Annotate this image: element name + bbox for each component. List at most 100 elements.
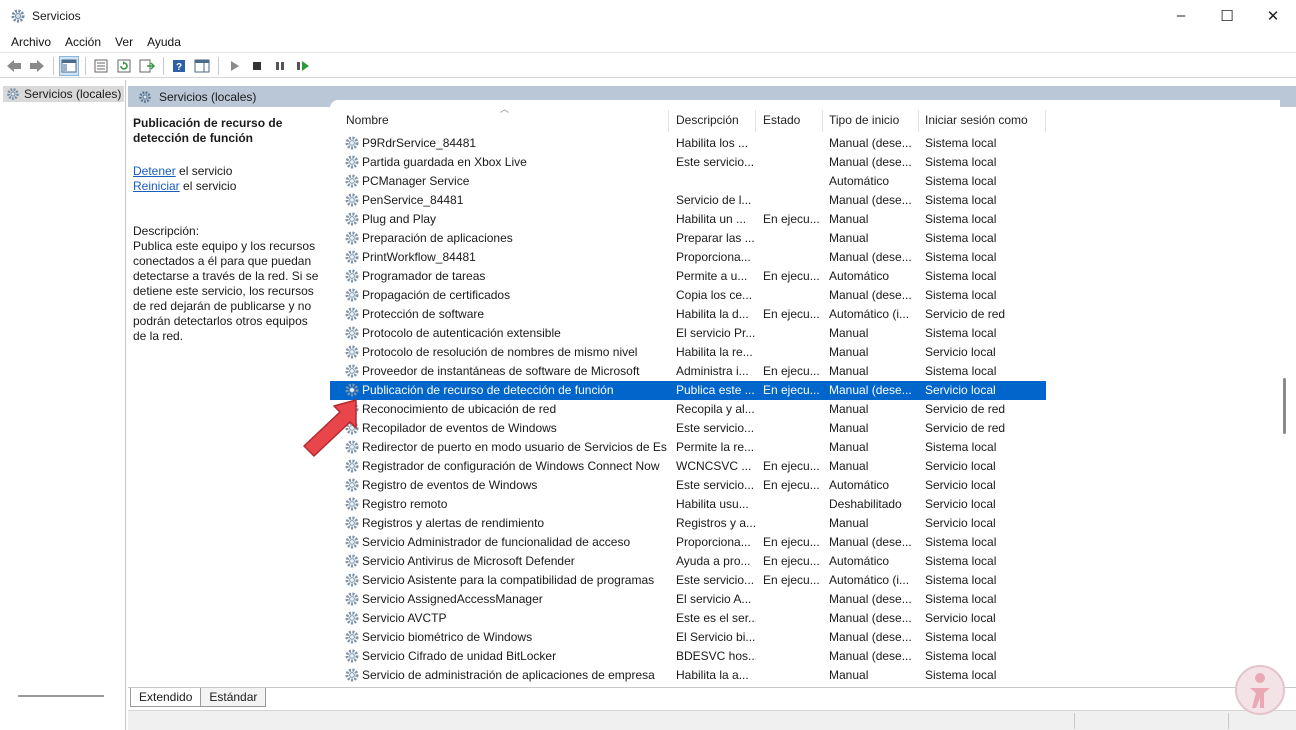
cell-nombre: Reconocimiento de ubicación de red: [362, 402, 557, 416]
cell-descripcion: Recopila y al...: [676, 402, 755, 416]
table-row[interactable]: Registro remoto Habilita usu... Deshabilit…: [330, 495, 1046, 514]
table-row[interactable]: Reconocimiento de ubicación de red Recopi…: [330, 400, 1046, 419]
service-gear-icon: [345, 250, 359, 264]
table-row[interactable]: PCManager Service Automático Sistema local: [330, 172, 1046, 191]
status-divider: [1228, 713, 1229, 729]
cell-descripcion: Habilita un ...: [676, 212, 747, 226]
column-separator[interactable]: [918, 110, 919, 132]
menu-archivo[interactable]: Archivo: [4, 35, 58, 49]
table-row[interactable]: Plug and Play Habilita un ... En ejecu... M…: [330, 210, 1046, 229]
cell-iniciar-sesion: Sistema local: [925, 193, 997, 207]
refresh-icon[interactable]: [114, 56, 134, 76]
column-separator[interactable]: [755, 110, 756, 132]
cell-estado: [763, 191, 823, 210]
table-row[interactable]: Servicio Cifrado de unidad BitLocker BDES…: [330, 647, 1046, 666]
cell-iniciar-sesion: Servicio de red: [925, 421, 1006, 435]
properties-icon[interactable]: [91, 56, 111, 76]
tab-estandar[interactable]: Estándar: [200, 688, 267, 707]
cell-descripcion: Habilita usu...: [676, 497, 749, 511]
table-row[interactable]: Partida guardada en Xbox Live Este servic…: [330, 153, 1046, 172]
tree-hscroll-bar[interactable]: [18, 695, 104, 697]
table-row[interactable]: P9RdrService_84481 Habilita los ... Manual…: [330, 134, 1046, 153]
show-console-tree-icon[interactable]: [59, 55, 79, 76]
table-row[interactable]: Propagación de certificados Copia los ce.…: [330, 286, 1046, 305]
table-row[interactable]: Servicio AVCTP Este es el ser... Manual (d…: [330, 609, 1046, 628]
cell-descripcion: Habilita los ...: [676, 136, 749, 150]
cell-estado: [763, 609, 823, 628]
menu-accion[interactable]: Acción: [58, 35, 108, 49]
tab-extendido[interactable]: Extendido: [130, 688, 202, 707]
sort-ascending-icon: ︿: [500, 104, 510, 114]
back-arrow-icon[interactable]: [4, 56, 24, 76]
pause-service-icon[interactable]: [270, 56, 290, 76]
cell-iniciar-sesion: Sistema local: [925, 231, 997, 245]
table-row[interactable]: Protocolo de autenticación extensible El …: [330, 324, 1046, 343]
cell-descripcion: Ayuda a pro...: [676, 554, 751, 568]
menu-bar: Archivo Acción Ver Ayuda: [0, 31, 1296, 53]
cell-nombre: PrintWorkflow_84481: [362, 250, 476, 264]
table-row-selected[interactable]: Publicación de recurso de detección de f…: [330, 381, 1046, 400]
service-gear-icon: [345, 478, 359, 492]
cell-tipo-inicio: Manual: [829, 364, 869, 378]
service-gear-icon: [345, 630, 359, 644]
table-row[interactable]: Protocolo de resolución de nombres de mi…: [330, 343, 1046, 362]
stop-service-icon[interactable]: [247, 56, 267, 76]
service-gear-icon: [345, 649, 359, 663]
maximize-button[interactable]: ☐: [1204, 0, 1250, 31]
table-row[interactable]: Proveedor de instantáneas de software de…: [330, 362, 1046, 381]
export-list-icon[interactable]: [137, 56, 157, 76]
column-separator[interactable]: [1045, 110, 1046, 132]
tree-item-label: Servicios (locales): [24, 87, 122, 101]
table-row[interactable]: Programador de tareas Permite a u... En ej…: [330, 267, 1046, 286]
cell-tipo-inicio: Manual (dese...: [829, 630, 912, 644]
cell-estado: [763, 438, 823, 457]
cell-nombre: Servicio Cifrado de unidad BitLocker: [362, 649, 557, 663]
table-row[interactable]: Servicio Asistente para la compatibilida…: [330, 571, 1046, 590]
table-row[interactable]: Protección de software Habilita la d... En…: [330, 305, 1046, 324]
close-button[interactable]: ✕: [1250, 0, 1296, 31]
scrollbar-thumb[interactable]: [1283, 378, 1286, 434]
table-row[interactable]: PenService_84481 Servicio de l... Manual (…: [330, 191, 1046, 210]
cell-nombre: Publicación de recurso de detección de f…: [362, 383, 614, 397]
table-row[interactable]: Registro de eventos de Windows Este servi…: [330, 476, 1046, 495]
table-row[interactable]: Registrador de configuración de Windows …: [330, 457, 1046, 476]
table-row[interactable]: Servicio biométrico de Windows El Servici…: [330, 628, 1046, 647]
cell-nombre: Partida guardada en Xbox Live: [362, 155, 527, 169]
restart-service-link[interactable]: Reiniciar: [133, 179, 180, 193]
tree-item-servicios-locales[interactable]: Servicios (locales): [3, 86, 125, 102]
cell-nombre: Propagación de certificados: [362, 288, 511, 302]
restart-service-icon[interactable]: [293, 56, 313, 76]
table-row[interactable]: PrintWorkflow_84481 Proporciona... Manual …: [330, 248, 1046, 267]
cell-tipo-inicio: Manual (dese...: [829, 136, 912, 150]
show-hide-action-pane-icon[interactable]: [192, 56, 212, 76]
service-gear-icon: [345, 573, 359, 587]
table-row[interactable]: Registros y alertas de rendimiento Regist…: [330, 514, 1046, 533]
table-row[interactable]: Servicio Antivirus de Microsoft Defender…: [330, 552, 1046, 571]
table-row[interactable]: Redirector de puerto en modo usuario de …: [330, 438, 1046, 457]
menu-ver[interactable]: Ver: [108, 35, 140, 49]
minimize-button[interactable]: –: [1158, 0, 1204, 31]
column-separator[interactable]: [668, 110, 669, 132]
table-row[interactable]: Servicio AssignedAccessManager El servici…: [330, 590, 1046, 609]
menu-ayuda[interactable]: Ayuda: [140, 35, 188, 49]
table-row[interactable]: Servicio de administración de aplicacion…: [330, 666, 1046, 685]
start-service-icon[interactable]: [224, 56, 244, 76]
help-icon[interactable]: ?: [169, 56, 189, 76]
cell-iniciar-sesion: Servicio local: [925, 516, 996, 530]
forward-arrow-icon[interactable]: [27, 56, 47, 76]
cell-descripcion: El servicio Pr...: [676, 326, 756, 340]
cell-descripcion: BDESVC hos...: [676, 649, 756, 663]
cell-iniciar-sesion: Sistema local: [925, 326, 997, 340]
service-gear-icon: [345, 554, 359, 568]
cell-estado: [763, 153, 823, 172]
stop-service-link[interactable]: Detener: [133, 164, 176, 178]
cell-estado: [763, 229, 823, 248]
vertical-scrollbar[interactable]: [1280, 108, 1296, 686]
cell-descripcion: Proporciona...: [676, 535, 751, 549]
table-row[interactable]: Recopilador de eventos de Windows Este se…: [330, 419, 1046, 438]
column-separator[interactable]: [822, 110, 823, 132]
table-row[interactable]: Servicio Administrador de funcionalidad …: [330, 533, 1046, 552]
table-row[interactable]: Preparación de aplicaciones Preparar las …: [330, 229, 1046, 248]
cell-nombre: Registros y alertas de rendimiento: [362, 516, 545, 530]
toolbar-separator: [53, 56, 54, 75]
